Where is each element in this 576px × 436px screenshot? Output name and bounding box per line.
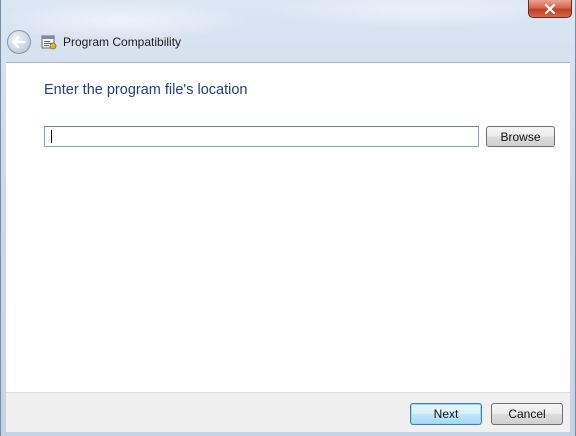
program-compatibility-window: Program Compatibility Enter the program … — [0, 0, 576, 436]
browse-button[interactable]: Browse — [486, 126, 555, 147]
close-button[interactable] — [528, 0, 572, 18]
next-button[interactable]: Next — [410, 403, 482, 425]
window-bottom-border — [1, 432, 575, 436]
text-caret — [51, 130, 52, 143]
wizard-footer: Next Cancel — [6, 392, 570, 432]
close-icon — [544, 3, 556, 14]
window-title: Program Compatibility — [63, 35, 182, 49]
program-compatibility-icon — [41, 35, 57, 50]
cancel-button[interactable]: Cancel — [491, 403, 563, 425]
title-bar: Program Compatibility — [7, 28, 181, 56]
page-heading: Enter the program file's location — [44, 82, 248, 98]
program-location-input[interactable] — [44, 126, 479, 147]
back-arrow-icon — [12, 36, 26, 48]
wizard-content-panel: Enter the program file's location Browse — [6, 62, 570, 392]
back-button[interactable] — [7, 30, 31, 54]
